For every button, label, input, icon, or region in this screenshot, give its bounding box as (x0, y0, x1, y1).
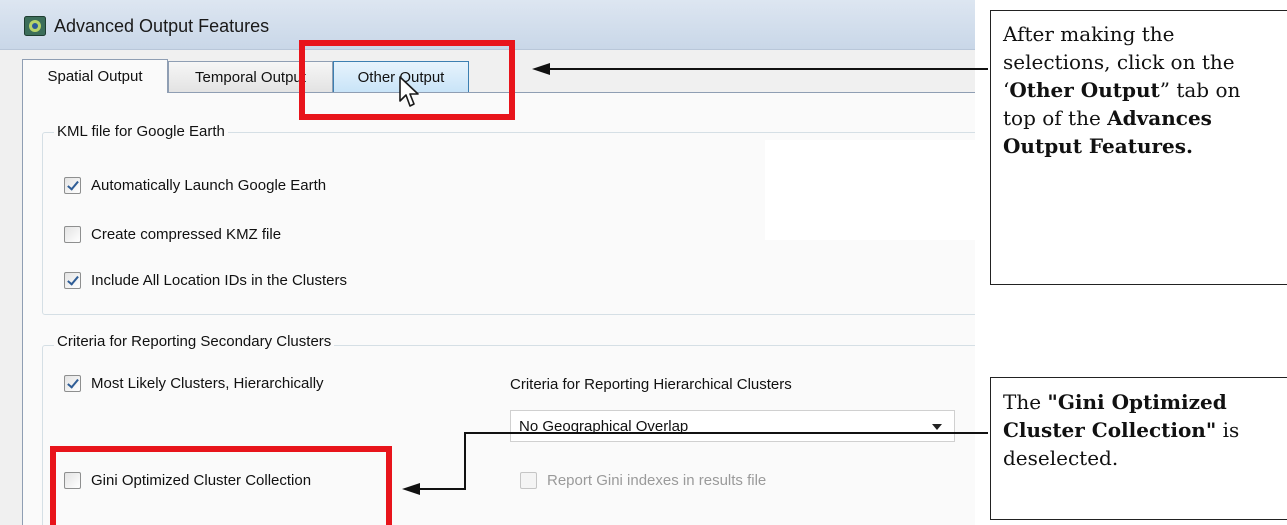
callout-1-bold-tab-name: Other Output (1009, 78, 1160, 102)
gini-note-callout: The "Gini Optimized Cluster Collection" … (990, 377, 1287, 520)
arrowhead-icon (402, 483, 420, 495)
tab-spatial-output-label: Spatial Output (47, 68, 143, 85)
tab-spatial-output[interactable]: Spatial Output (22, 59, 168, 93)
arrow-to-gini-checkbox (418, 432, 988, 490)
arrowhead-icon (532, 63, 550, 75)
instruction-callout: After making the selections, click on th… (990, 10, 1287, 285)
callout-2-text-part1: The (1003, 390, 1048, 414)
